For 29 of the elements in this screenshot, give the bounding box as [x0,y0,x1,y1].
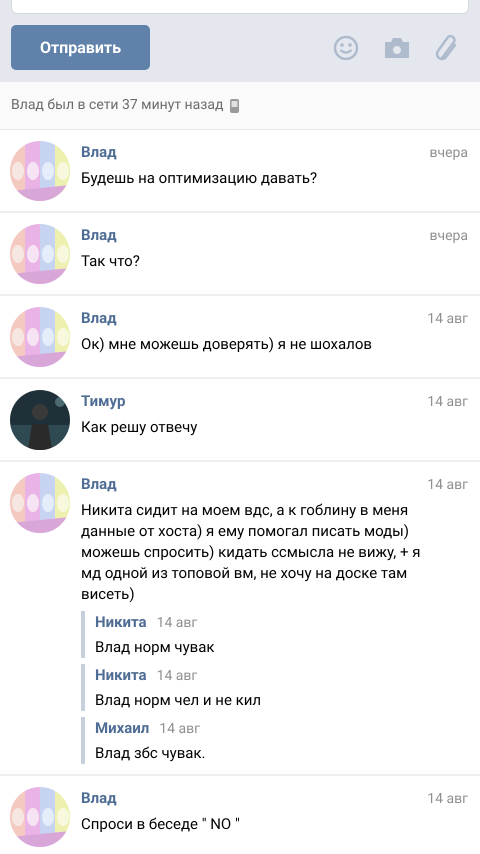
message-text: Как решу отвечу [81,417,198,438]
message-text: Влад збс чувак. [95,743,206,764]
message-time: 14 авг [156,614,198,633]
send-button[interactable]: Отправить [11,25,150,70]
message-time: вчера [429,227,468,246]
message-text: Будешь на оптимизацию давать? [81,168,318,189]
author-name[interactable]: Влад [81,473,117,496]
author-name[interactable]: Никита [95,611,147,633]
online-status: Влад был в сети 37 минут назад [11,96,224,115]
author-name[interactable]: Влад [81,224,117,246]
message-time: вчера [429,144,468,163]
message-text: Ок) мне можешь доверять) я не шохалов [81,334,373,355]
message-text: Влад норм чел и не кил [95,690,262,711]
message-text: Влад норм чувак [95,637,216,658]
author-name[interactable]: Никита [95,664,147,686]
message-time: 14 авг [427,790,468,809]
message-time: 14 авг [427,310,468,329]
message-text: Никита сидит на моем вдс, а к гоблину в меня данные от хоста) я ему помогал писать моды) можешь спросить) кидать ссмысла не вижу, + я мд одной из топовой вм, не хочу на доске там висеть) [81,500,422,605]
author-name[interactable]: Михаил [95,717,150,739]
author-name[interactable]: Влад [81,787,117,810]
message-time: 14 авг [156,667,198,686]
message-time: 14 авг [159,720,200,739]
message-time: 14 авг [427,476,468,495]
author-name[interactable]: Влад [81,307,117,330]
message-time: 14 авг [427,393,468,412]
message-text: Так что? [81,251,141,272]
author-name[interactable]: Тимур [81,390,126,412]
author-name[interactable]: Влад [81,141,117,164]
message-text: Спроси в беседе " NO " [81,814,241,835]
